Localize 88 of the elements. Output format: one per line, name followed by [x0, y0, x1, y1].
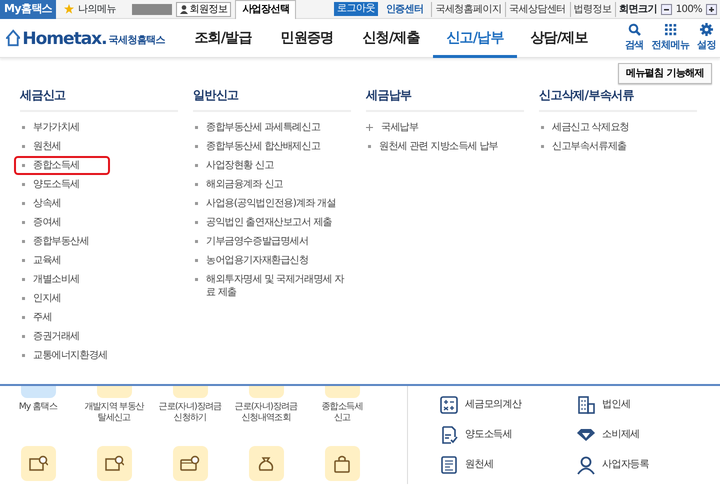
menu-heading: 일반신고	[193, 86, 351, 112]
member-info-button[interactable]: 회원정보	[176, 2, 232, 16]
nav-tab[interactable]: 신고/납부	[433, 18, 517, 58]
menu-item[interactable]: 교육세	[14, 251, 178, 270]
nav-tab[interactable]: 조회/발급	[181, 18, 265, 58]
menu-heading: 세금신고	[20, 86, 178, 112]
tile-icon[interactable]	[96, 386, 132, 398]
tile-button[interactable]	[324, 446, 360, 481]
menu-item[interactable]: 해외금융계좌 신고	[187, 175, 351, 194]
menu-item[interactable]: 개별소비세	[14, 270, 178, 289]
menu-item[interactable]: 세금신고 삭제요청	[533, 118, 697, 137]
tile-button[interactable]	[96, 446, 132, 481]
logo-text: Hometax.	[22, 31, 107, 48]
header-link[interactable]: 국세청홈페이지	[431, 2, 502, 16]
header-link[interactable]: 법령정보	[570, 2, 612, 16]
screen-size-label: 회면크기	[615, 2, 657, 16]
menu-item[interactable]: 인지세	[14, 289, 178, 308]
tile-icon[interactable]	[324, 386, 360, 398]
star-icon	[64, 4, 74, 14]
menu-item[interactable]: 기부금영수증발급명세서	[187, 232, 351, 251]
house-icon	[6, 28, 20, 48]
zoom-out-icon	[660, 4, 672, 14]
menu-item[interactable]: 종합소득세	[14, 156, 110, 175]
menu-item[interactable]: 양도소득세	[14, 175, 178, 194]
all-menu-button[interactable]: 전체메뉴	[648, 23, 694, 53]
menu-item[interactable]: 원천세	[14, 137, 178, 156]
service-link[interactable]: 세금모의계산	[439, 392, 576, 417]
nav-tab[interactable]: 민원증명	[265, 18, 349, 58]
menu-item[interactable]: 사업장현황 신고	[187, 156, 351, 175]
menu-item[interactable]: 부가가치세	[14, 118, 178, 137]
plus-bullet-icon	[366, 124, 373, 131]
service-link[interactable]: 소비제세	[576, 422, 716, 447]
redacted-name	[132, 4, 172, 14]
logout-button[interactable]: 로그아웃	[334, 2, 378, 16]
nav-tab[interactable]: 상담/제보	[517, 18, 601, 58]
building-icon	[576, 394, 596, 414]
tile-label[interactable]: 근로(자녀)장려금 신청하기	[158, 402, 222, 446]
tile-icon[interactable]	[172, 386, 208, 398]
menu-item[interactable]: 종합부동산세 과세특례신고	[187, 118, 351, 137]
search-button[interactable]: 검색	[620, 23, 648, 53]
tile-label[interactable]: My 홈택스	[18, 402, 58, 446]
cert-center-link[interactable]: 인증센터	[386, 2, 424, 16]
menu-item[interactable]: 신고부속서류제출	[533, 137, 697, 156]
logo-caption: 국세청홈택스	[108, 34, 165, 48]
menu-item[interactable]: 종합부동산세	[14, 232, 178, 251]
zoom-level: 100%	[676, 2, 702, 16]
menu-item[interactable]: 해외투자명세 및 국제거래명세 자료 제출	[187, 270, 351, 302]
zoom-in-icon	[706, 4, 717, 14]
tile-icon[interactable]	[20, 386, 56, 398]
tile-icon[interactable]	[248, 386, 284, 398]
tile-label[interactable]: 근로(자녀)장려금 신청내역조회	[234, 402, 298, 446]
person-icon	[180, 4, 188, 14]
menu-item[interactable]: 사업용(공익법인전용)계좌 개설	[187, 194, 351, 213]
workplace-select-tab[interactable]: 사업장선택	[235, 0, 296, 18]
document-check-icon	[439, 424, 459, 444]
person-icon	[576, 454, 596, 474]
menu-heading: 세금납부	[366, 86, 524, 112]
settings-button[interactable]: 설정	[693, 23, 720, 53]
search-icon	[628, 23, 641, 36]
menu-item[interactable]: 농어업용기자재환급신청	[187, 251, 351, 270]
menu-item[interactable]: 국세납부	[360, 118, 524, 137]
header-link[interactable]: 국세상담센터	[505, 2, 566, 16]
settings-icon	[700, 23, 714, 36]
tile-label[interactable]: 개발지역 부동산 탈세신고	[84, 402, 144, 446]
service-link[interactable]: 법인세	[576, 392, 716, 417]
menu-item[interactable]: 원천세 관련 지방소득세 납부	[360, 137, 524, 156]
service-link[interactable]: 양도소득세	[439, 422, 576, 447]
tile-button[interactable]	[248, 446, 284, 481]
grid-menu-icon	[664, 23, 677, 36]
tile-button[interactable]	[20, 446, 56, 481]
tile-label[interactable]: 종합소득세 신고	[321, 402, 362, 446]
my-hometax-button[interactable]: My홈택스	[0, 0, 56, 18]
service-link[interactable]: 원천세	[439, 452, 576, 477]
menu-item[interactable]: 주세	[14, 308, 178, 327]
my-menu-link[interactable]: 나의메뉴	[64, 2, 116, 16]
menu-item[interactable]: 증권거래세	[14, 327, 178, 346]
service-link[interactable]: 사업자등록	[576, 452, 716, 477]
ledger-icon	[439, 454, 459, 474]
menu-item[interactable]: 종합부동산세 합산배제신고	[187, 137, 351, 156]
menu-item[interactable]: 공익법인 출연재산보고서 제출	[187, 213, 351, 232]
menu-item[interactable]: 교통에너지환경세	[14, 346, 178, 365]
menu-heading: 신고삭제/부속서류	[539, 86, 697, 112]
calculator-icon	[439, 394, 459, 414]
menu-item[interactable]: 상속세	[14, 194, 178, 213]
nav-tab[interactable]: 신청/제출	[349, 18, 433, 58]
tile-button[interactable]	[172, 446, 208, 481]
menu-toggle-button[interactable]: 메뉴펼침 기능해제	[618, 63, 712, 84]
menu-item[interactable]: 증여세	[14, 213, 178, 232]
